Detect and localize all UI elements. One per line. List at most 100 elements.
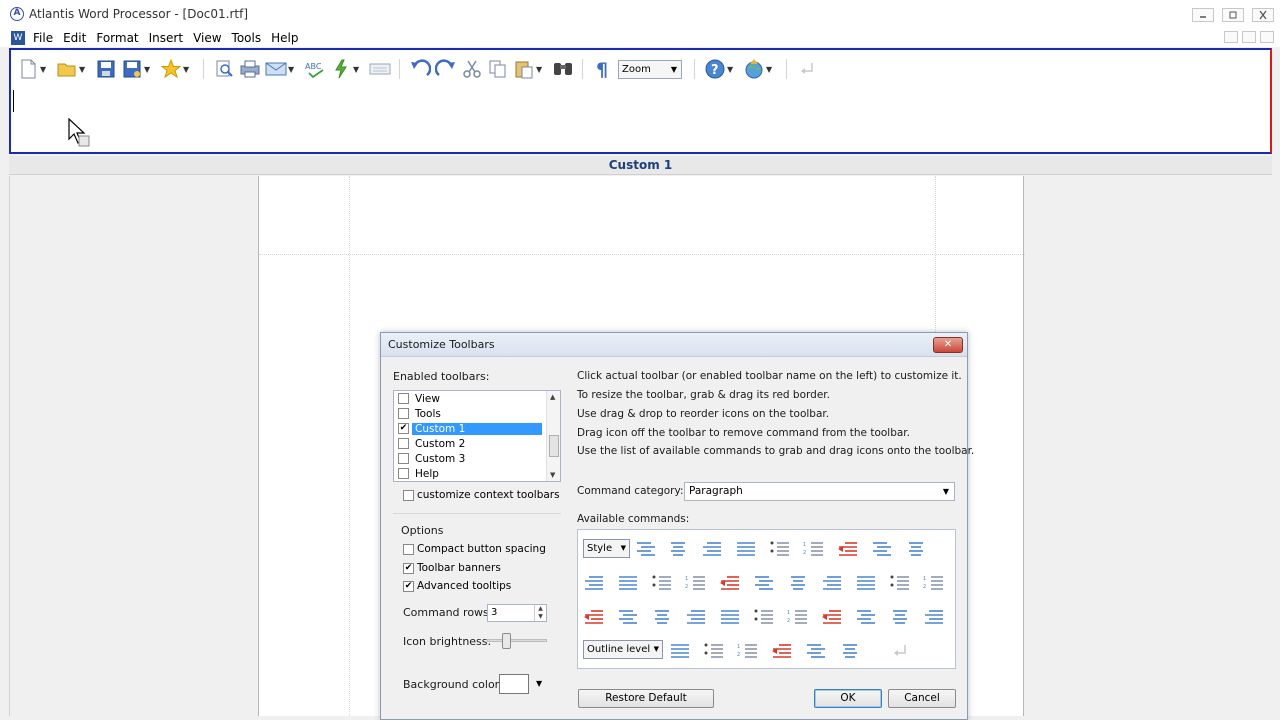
toolbar-banners-option[interactable]: ✔ Toolbar banners <box>403 562 501 574</box>
paragraph-command-icon[interactable] <box>888 572 912 594</box>
close-icon[interactable]: ✕ <box>933 337 963 353</box>
paragraph-command-icon[interactable] <box>668 640 692 662</box>
paragraph-command-icon[interactable] <box>702 640 726 662</box>
customize-context-option[interactable]: customize context toolbars <box>403 489 560 501</box>
paragraph-command-icon[interactable] <box>582 606 606 628</box>
advanced-tooltips-checkbox[interactable]: ✔ <box>403 580 414 592</box>
menu-help[interactable]: Help <box>271 31 306 45</box>
scroll-thumb[interactable] <box>549 435 559 457</box>
restore-default-button[interactable]: Restore Default <box>578 689 714 708</box>
paragraph-command-icon[interactable] <box>650 606 674 628</box>
paragraph-command-icon[interactable] <box>786 572 810 594</box>
paste-dropdown-icon[interactable]: ▼ <box>536 65 544 74</box>
available-commands-panel[interactable]: Style ▼ Outline level ▼ 1212121212 <box>577 529 956 669</box>
enabled-toolbars-list[interactable]: View Tools ✔ Custom 1 Custom 2 Custom 3 H… <box>393 390 561 482</box>
checkbox[interactable] <box>398 438 409 449</box>
restore-button[interactable] <box>1222 8 1244 22</box>
favorites-dropdown-icon[interactable]: ▼ <box>183 65 191 74</box>
return-icon[interactable] <box>888 640 912 662</box>
new-document-icon[interactable] <box>17 58 39 80</box>
paragraph-command-icon[interactable] <box>870 538 894 560</box>
command-category-select[interactable]: Paragraph ▼ <box>684 482 955 501</box>
checkbox-checked[interactable]: ✔ <box>398 423 409 434</box>
paragraph-marks-icon[interactable]: ¶ <box>592 58 614 80</box>
paragraph-command-icon[interactable] <box>752 606 776 628</box>
open-folder-icon[interactable] <box>56 58 78 80</box>
outline-level-select[interactable]: Outline level ▼ <box>583 640 663 659</box>
toolbar-banners-checkbox[interactable]: ✔ <box>403 562 414 574</box>
command-rows-stepper[interactable]: 3 ▲ ▼ <box>487 604 547 622</box>
menu-view[interactable]: View <box>193 31 229 45</box>
paragraph-command-icon[interactable] <box>634 538 658 560</box>
save-as-icon[interactable] <box>121 58 143 80</box>
list-item[interactable]: View <box>394 391 560 406</box>
copy-icon[interactable] <box>487 58 509 80</box>
paragraph-command-icon[interactable] <box>616 606 640 628</box>
print-preview-icon[interactable] <box>213 58 235 80</box>
paragraph-command-icon[interactable] <box>836 538 860 560</box>
spell-check-icon[interactable]: ABC <box>304 58 326 80</box>
paragraph-command-icon[interactable] <box>820 606 844 628</box>
new-dropdown-icon[interactable]: ▼ <box>40 65 48 74</box>
quick-action-icon[interactable] <box>330 58 352 80</box>
list-item[interactable]: Custom 3 <box>394 451 560 466</box>
paragraph-command-icon[interactable] <box>804 640 828 662</box>
checkbox[interactable] <box>398 393 409 404</box>
cancel-button[interactable]: Cancel <box>888 689 956 708</box>
paragraph-command-icon[interactable] <box>650 572 674 594</box>
paragraph-command-icon[interactable]: 12 <box>802 538 826 560</box>
doc-minimize-button[interactable] <box>1224 31 1238 43</box>
cut-icon[interactable] <box>461 58 483 80</box>
compact-spacing-option[interactable]: Compact button spacing <box>403 543 546 555</box>
doc-restore-button[interactable] <box>1242 31 1256 43</box>
list-item[interactable]: Tools <box>394 406 560 421</box>
advanced-tooltips-option[interactable]: ✔ Advanced tooltips <box>403 580 511 592</box>
paragraph-command-icon[interactable] <box>684 606 708 628</box>
paragraph-command-icon[interactable] <box>820 572 844 594</box>
ok-button[interactable]: OK <box>814 689 882 708</box>
paragraph-command-icon[interactable] <box>718 572 742 594</box>
paragraph-command-icon[interactable] <box>718 606 742 628</box>
redo-icon[interactable] <box>435 58 457 80</box>
menu-edit[interactable]: Edit <box>63 31 94 45</box>
document-icon[interactable]: W <box>11 30 25 45</box>
paragraph-command-icon[interactable] <box>582 572 606 594</box>
find-icon[interactable] <box>552 58 574 80</box>
style-select[interactable]: Style ▼ <box>583 539 630 558</box>
paragraph-command-icon[interactable] <box>768 538 792 560</box>
print-icon[interactable] <box>239 58 261 80</box>
paste-icon[interactable] <box>513 58 535 80</box>
action-dropdown-icon[interactable]: ▼ <box>353 65 361 74</box>
save-dropdown-icon[interactable]: ▼ <box>144 65 152 74</box>
help-icon[interactable]: ? <box>704 58 726 80</box>
keyboard-icon[interactable] <box>369 58 391 80</box>
paragraph-command-icon[interactable]: 12 <box>684 572 708 594</box>
menu-file[interactable]: File <box>33 31 61 45</box>
slider-thumb[interactable] <box>502 633 511 649</box>
scroll-up-icon[interactable]: ▲ <box>550 393 555 401</box>
save-icon[interactable] <box>95 58 117 80</box>
doc-close-button[interactable] <box>1260 31 1274 43</box>
chevron-down-icon[interactable]: ▼ <box>536 679 542 688</box>
customize-context-checkbox[interactable] <box>403 489 414 501</box>
checkbox[interactable] <box>398 468 409 479</box>
list-item-selected[interactable]: ✔ Custom 1 <box>394 421 560 436</box>
paragraph-command-icon[interactable] <box>854 572 878 594</box>
paragraph-command-icon[interactable] <box>922 606 946 628</box>
undo-icon[interactable] <box>409 58 431 80</box>
list-item[interactable]: Help <box>394 466 560 481</box>
email-dropdown-icon[interactable]: ▼ <box>288 65 296 74</box>
custom-toolbar[interactable]: ▼ ▼ ▼ ▼ ▼ ABC ▼ ▼ ¶ Zoom ▼ ? ▼ ▼ <box>9 48 1272 154</box>
stepper-arrows-icon[interactable]: ▲ ▼ <box>534 605 546 621</box>
menu-insert[interactable]: Insert <box>149 31 191 45</box>
menu-tools[interactable]: Tools <box>232 31 270 45</box>
zoom-select[interactable]: Zoom ▼ <box>618 59 682 79</box>
paragraph-command-icon[interactable]: 12 <box>922 572 946 594</box>
email-icon[interactable] <box>265 58 287 80</box>
return-icon[interactable] <box>796 58 818 80</box>
dialog-title-bar[interactable]: Customize Toolbars ✕ <box>381 333 967 357</box>
list-item[interactable]: Custom 2 <box>394 436 560 451</box>
favorites-star-icon[interactable] <box>160 58 182 80</box>
paragraph-command-icon[interactable] <box>854 606 878 628</box>
paragraph-command-icon[interactable] <box>752 572 776 594</box>
